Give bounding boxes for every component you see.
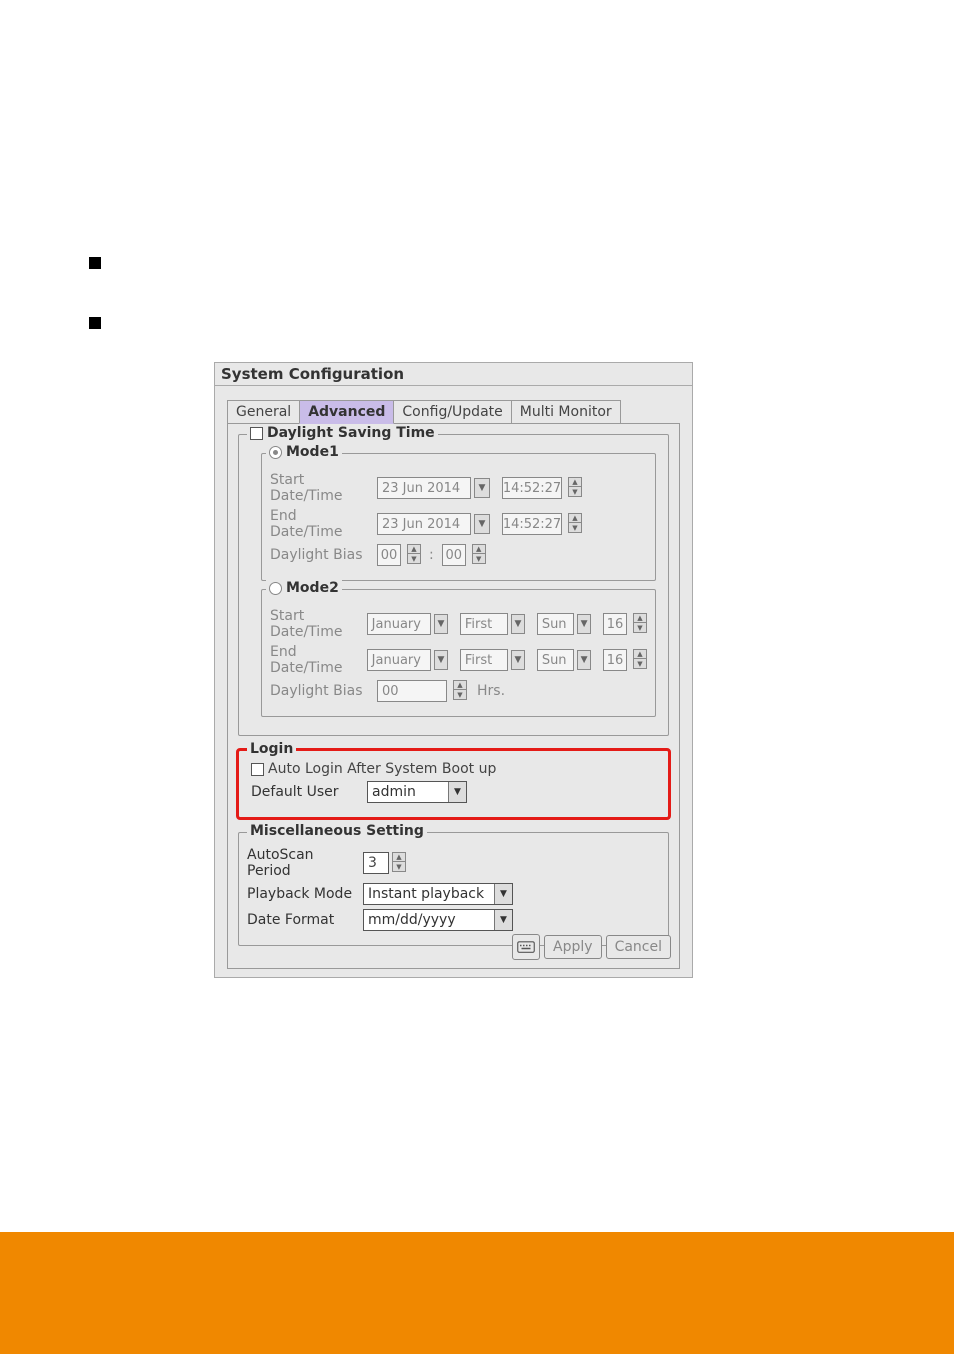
mode1-start-date[interactable]: 23 Jun 2014	[377, 477, 471, 499]
tabs: General Advanced Config/Update Multi Mon…	[227, 400, 680, 424]
apply-button[interactable]: Apply	[544, 935, 602, 959]
mode2-end-day[interactable]: Sun	[537, 649, 574, 671]
default-user-label: Default User	[251, 784, 363, 800]
mode1-end-label: End Date/Time	[270, 508, 373, 540]
mode2-end-hour[interactable]: 16	[603, 649, 627, 671]
dst-checkbox[interactable]	[250, 427, 263, 440]
spinner-icon[interactable]: ▲▼	[568, 477, 582, 499]
tab-advanced[interactable]: Advanced	[299, 400, 394, 424]
mode2-end-which[interactable]: First	[460, 649, 508, 671]
spinner-icon[interactable]: ▲▼	[633, 613, 647, 635]
login-legend: Login	[250, 741, 293, 757]
hrs-label: Hrs.	[477, 683, 505, 699]
autoscan-label: AutoScan Period	[247, 847, 359, 879]
mode1-end-time[interactable]: 14:52:27	[502, 513, 562, 535]
misc-legend: Miscellaneous Setting	[250, 823, 424, 839]
cancel-button[interactable]: Cancel	[606, 935, 671, 959]
advanced-panel: Daylight Saving Time Mode1 Start Date/Ti…	[227, 423, 680, 969]
dropdown-icon[interactable]: ▼	[511, 650, 526, 670]
playback-select[interactable]: Instant playback ▼	[363, 883, 513, 905]
dropdown-icon[interactable]: ▼	[577, 650, 592, 670]
tab-general[interactable]: General	[227, 400, 300, 424]
dropdown-icon[interactable]: ▼	[434, 614, 449, 634]
spinner-icon[interactable]: ▲▼	[472, 544, 486, 566]
login-group: Login Auto Login After System Boot up De…	[238, 750, 669, 818]
mode1-group: Mode1 Start Date/Time 23 Jun 2014 ▼ 14:5…	[261, 453, 656, 581]
spinner-icon[interactable]: ▲▼	[407, 544, 421, 566]
dropdown-icon[interactable]: ▼	[577, 614, 592, 634]
autoscan-input[interactable]: 3	[363, 852, 389, 874]
dateformat-select[interactable]: mm/dd/yyyy ▼	[363, 909, 513, 931]
dropdown-icon[interactable]: ▼	[474, 478, 490, 498]
mode2-start-day[interactable]: Sun	[537, 613, 574, 635]
spinner-icon[interactable]: ▲▼	[633, 649, 647, 671]
mode2-start-which[interactable]: First	[460, 613, 508, 635]
mode1-start-label: Start Date/Time	[270, 472, 373, 504]
mode1-start-time[interactable]: 14:52:27	[502, 477, 562, 499]
playback-label: Playback Mode	[247, 886, 359, 902]
auto-login-checkbox[interactable]	[251, 763, 264, 776]
mode1-legend: Mode1	[286, 444, 339, 460]
mode2-radio[interactable]	[269, 582, 282, 595]
mode2-end-label: End Date/Time	[270, 644, 363, 676]
dropdown-icon: ▼	[494, 910, 512, 930]
tab-config-update[interactable]: Config/Update	[393, 400, 511, 424]
footer-bar	[0, 1232, 954, 1354]
dropdown-icon[interactable]: ▼	[511, 614, 526, 634]
colon-label: :	[429, 547, 434, 563]
spinner-icon[interactable]: ▲▼	[453, 680, 467, 702]
window-title: System Configuration	[215, 363, 692, 386]
spinner-icon[interactable]: ▲▼	[392, 852, 406, 874]
system-configuration-window: System Configuration General Advanced Co…	[214, 362, 693, 978]
dropdown-icon[interactable]: ▼	[434, 650, 449, 670]
dropdown-icon[interactable]: ▼	[474, 514, 490, 534]
spinner-icon[interactable]: ▲▼	[568, 513, 582, 535]
keyboard-icon[interactable]	[512, 934, 540, 960]
dropdown-icon: ▼	[448, 782, 466, 802]
mode1-bias-m[interactable]: 00	[442, 544, 466, 566]
tab-multi-monitor[interactable]: Multi Monitor	[511, 400, 621, 424]
mode2-start-label: Start Date/Time	[270, 608, 363, 640]
mode2-start-hour[interactable]: 16	[603, 613, 627, 635]
mode2-legend: Mode2	[286, 580, 339, 596]
misc-group: Miscellaneous Setting AutoScan Period 3 …	[238, 832, 669, 946]
default-user-select[interactable]: admin ▼	[367, 781, 467, 803]
mode2-bias[interactable]: 00	[377, 680, 447, 702]
mode2-start-month[interactable]: January	[367, 613, 431, 635]
dst-group: Daylight Saving Time Mode1 Start Date/Ti…	[238, 434, 669, 736]
dateformat-label: Date Format	[247, 912, 359, 928]
mode1-bias-label: Daylight Bias	[270, 547, 373, 563]
mode2-bias-label: Daylight Bias	[270, 683, 373, 699]
dropdown-icon: ▼	[494, 884, 512, 904]
mode1-radio[interactable]	[269, 446, 282, 459]
auto-login-label: Auto Login After System Boot up	[268, 761, 496, 777]
dst-legend: Daylight Saving Time	[267, 425, 435, 441]
mode2-group: Mode2 Start Date/Time January ▼ First ▼ …	[261, 589, 656, 717]
mode2-end-month[interactable]: January	[367, 649, 431, 671]
mode1-end-date[interactable]: 23 Jun 2014	[377, 513, 471, 535]
mode1-bias-h[interactable]: 00	[377, 544, 401, 566]
